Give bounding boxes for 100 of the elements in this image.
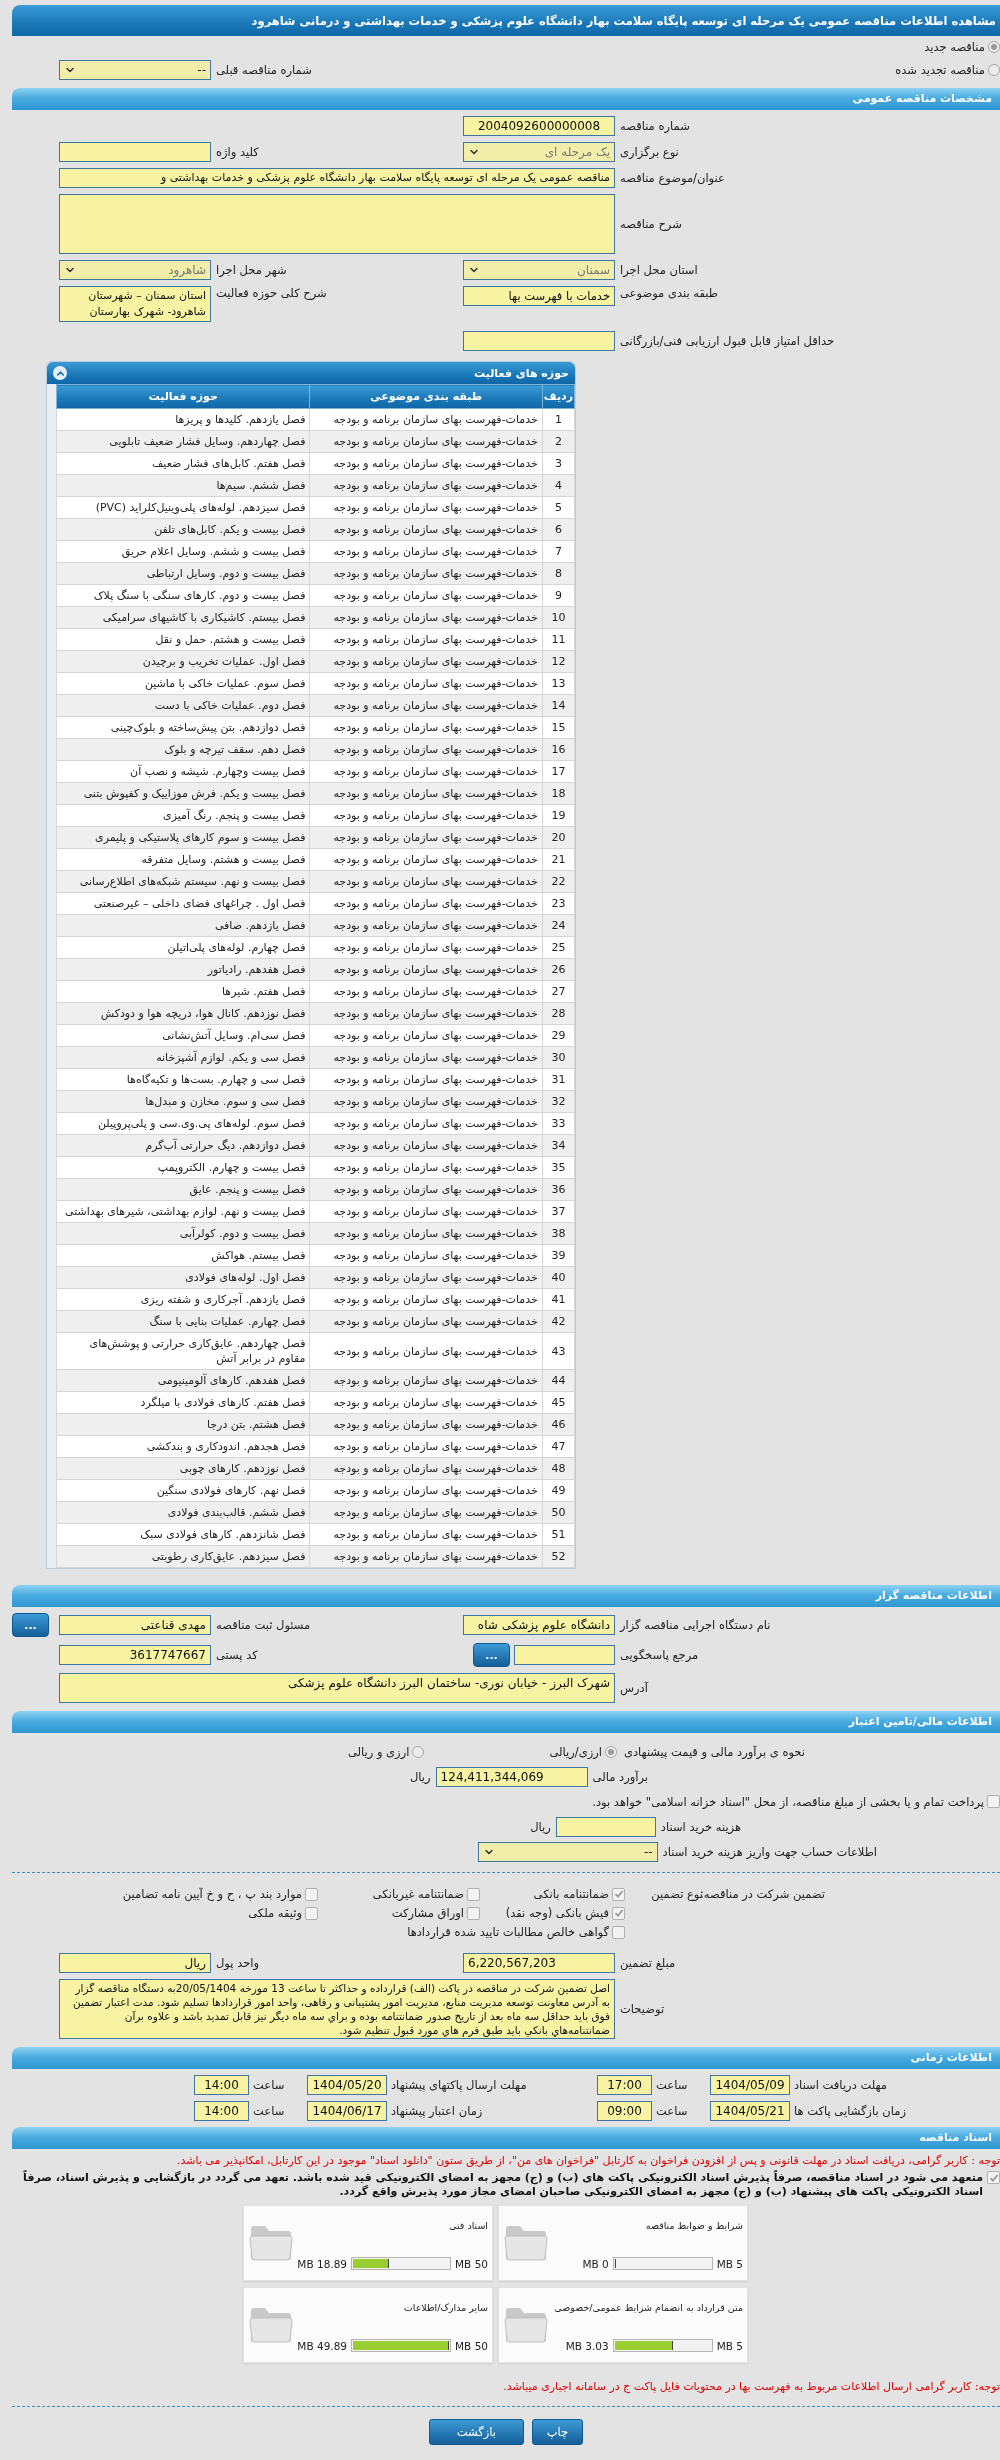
field-label: شرح مناقصه — [619, 217, 683, 231]
field-label: مهلت ارسال پاکتهای پیشنهاد — [390, 2078, 528, 2092]
table-cell: خدمات-فهرست بهای سازمان برنامه و بودجه — [309, 1156, 543, 1179]
field-label: مسئول ثبت مناقصه — [215, 1618, 312, 1632]
table-cell: فصل بیست و نهم. سیستم شبکه‌های اطلاع‌رسانی — [56, 870, 310, 893]
table-cell: خدمات-فهرست بهای سازمان برنامه و بودجه — [309, 1457, 543, 1480]
input-field[interactable]: 6,220,567,203 — [463, 1953, 615, 1973]
table-cell: فصل بیست و دوم. وسایل ارتباطی — [56, 562, 310, 585]
text-area[interactable]: استان سمنان – شهرستان شاهرود- شهرک بهارستان — [59, 286, 211, 322]
checkbox[interactable] — [467, 1906, 480, 1920]
more-button[interactable]: ... — [12, 1613, 49, 1637]
collapse-icon[interactable] — [53, 366, 67, 380]
checkbox[interactable] — [612, 1925, 625, 1939]
checkbox[interactable] — [987, 1795, 1000, 1808]
date-field[interactable]: 1404/05/20 — [307, 2075, 387, 2095]
table-cell: خدمات-فهرست بهای سازمان برنامه و بودجه — [309, 936, 543, 959]
checkbox-label: اوراق مشارکت — [391, 1906, 464, 1920]
field-label: هزینه خرید اسناد — [660, 1819, 741, 1834]
table-cell: 51 — [542, 1523, 575, 1546]
input-field[interactable]: 124,411,344,069 — [435, 1766, 588, 1787]
date-field[interactable]: 1404/05/09 — [710, 2075, 790, 2095]
dropdown[interactable]: یک مرحله ای — [463, 142, 615, 162]
field-label: ساعت — [655, 2104, 689, 2118]
checkbox[interactable] — [305, 1906, 318, 1920]
table-cell: 18 — [542, 782, 575, 805]
table-cell: 40 — [542, 1266, 575, 1289]
radio-button[interactable] — [988, 64, 1000, 76]
input-field[interactable] — [555, 1816, 656, 1837]
text-area[interactable] — [59, 194, 615, 254]
table-cell: فصل دوازدهم. دیگ حرارتی آب‌گرم — [56, 1134, 310, 1157]
date-field[interactable]: 1404/05/21 — [710, 2101, 790, 2121]
more-button[interactable]: ... — [473, 1643, 510, 1667]
table-cell: 27 — [542, 980, 575, 1003]
text-area[interactable]: اصل تضمین شرکت در مناقصه در پاکت (الف) قرارداده و حداکثر تا ساعت 13 مورخه 20/05/1404به دستگاه مناقصه گزار به آدرس معاونت توسعه مدیریت منابع، مدیریت امور پشتیبانی و رفاهی، واحد امور قراردادها تسلیم شود. مدت اعتبار تضمین فوق باید حداقل سه ماه بعد از تاریخ صدور ضمانتنامه بوده و براي سه ماه ديگر نيز قابل تمدید باشد و علاوه برآن ضمانتنامه‌هاي بانکي بايد طبق فرم هاي مورد قبول تنظيم شود. — [59, 1979, 615, 2039]
table-cell: خدمات-فهرست بهای سازمان برنامه و بودجه — [309, 650, 543, 673]
table-cell: خدمات-فهرست بهای سازمان برنامه و بودجه — [309, 430, 543, 453]
input-field[interactable]: دانشگاه علوم پزشکی شاه — [463, 1615, 615, 1635]
time-field[interactable]: 17:00 — [597, 2075, 652, 2095]
dropdown[interactable]: سمنان — [463, 260, 615, 280]
radio-button[interactable] — [604, 1745, 617, 1758]
radio-label: ارزی و ریالی — [347, 1744, 410, 1759]
input-field[interactable]: ریال — [59, 1953, 211, 1973]
text-area[interactable]: شهرک البرز - خیابان نوری- ساختمان البرز دانشگاه علوم پزشکی — [59, 1673, 615, 1703]
input-field[interactable] — [514, 1645, 615, 1665]
table-cell: خدمات-فهرست بهای سازمان برنامه و بودجه — [309, 1134, 543, 1157]
table-cell: 11 — [542, 628, 575, 651]
table-cell: خدمات-فهرست بهای سازمان برنامه و بودجه — [309, 408, 543, 431]
input-field[interactable]: مهدی قناعتی — [59, 1615, 211, 1635]
field-label: عنوان/موضوع مناقصه — [619, 171, 726, 185]
field-label: شماره مناقصه قبلی — [215, 63, 313, 77]
table-cell: خدمات-فهرست بهای سازمان برنامه و بودجه — [309, 1332, 543, 1370]
table-cell: 35 — [542, 1156, 575, 1179]
field-label: نام دستگاه اجرایی مناقصه گزار — [618, 1618, 772, 1632]
table-cell: 39 — [542, 1244, 575, 1267]
dropdown[interactable]: -- — [59, 60, 211, 80]
time-field[interactable]: 14:00 — [194, 2075, 249, 2095]
table-cell: خدمات-فهرست بهای سازمان برنامه و بودجه — [309, 474, 543, 497]
input-field[interactable]: 3617747667 — [59, 1645, 211, 1665]
table-cell: خدمات-فهرست بهای سازمان برنامه و بودجه — [309, 716, 543, 739]
table-cell: خدمات-فهرست بهای سازمان برنامه و بودجه — [309, 1288, 543, 1311]
table-cell: فصل بیست و دوم. کارهای سنگی با سنگ پلاک — [56, 584, 310, 607]
action-button[interactable]: چاپ — [531, 2419, 584, 2445]
input-field[interactable]: 2004092600000008 — [463, 116, 615, 136]
table-cell: فصل چهارم. لوله‌های پلی‌اتیلن — [56, 936, 310, 959]
dropdown[interactable]: شاهرود — [59, 260, 211, 280]
checkbox[interactable] — [305, 1887, 318, 1901]
time-field[interactable]: 09:00 — [597, 2101, 652, 2121]
radio-label: مناقصه تجدید شده — [895, 63, 985, 77]
checkbox[interactable] — [467, 1887, 480, 1901]
radio-button[interactable] — [988, 41, 1000, 53]
radio-label: ارزی/ریالی — [549, 1744, 602, 1759]
table-cell: خدمات-فهرست بهای سازمان برنامه و بودجه — [309, 1024, 543, 1047]
checkbox[interactable] — [612, 1906, 625, 1920]
date-field[interactable]: 1404/06/17 — [307, 2101, 387, 2121]
table-cell: فصل بیست و دوم. کولرآبی — [56, 1222, 310, 1245]
used-size: 49.89 MB — [297, 2339, 347, 2352]
table-cell: خدمات-فهرست بهای سازمان برنامه و بودجه — [309, 848, 543, 871]
table-cell: 38 — [542, 1222, 575, 1245]
field-label: واحد پول — [215, 1956, 261, 1970]
radio-button[interactable] — [412, 1745, 425, 1758]
table-cell: 29 — [542, 1024, 575, 1047]
action-button[interactable]: بازگشت — [428, 2419, 524, 2445]
table-cell: خدمات-فهرست بهای سازمان برنامه و بودجه — [309, 1523, 543, 1546]
table-cell: خدمات-فهرست بهای سازمان برنامه و بودجه — [309, 1244, 543, 1267]
field-label: توضیحات — [619, 2002, 666, 2016]
table-cell: فصل ششم. سیم‌ها — [56, 474, 310, 497]
dropdown[interactable]: -- — [477, 1841, 658, 1862]
table-cell: فصل بیست و نهم. لوازم بهداشتی، شیرهای بهداشتی — [56, 1200, 310, 1223]
table-cell: 13 — [542, 672, 575, 695]
table-cell: خدمات-فهرست بهای سازمان برنامه و بودجه — [309, 1545, 543, 1568]
input-field[interactable]: خدمات با فهرست بها — [463, 286, 615, 306]
table-cell: 43 — [542, 1332, 575, 1370]
checkbox[interactable] — [987, 2171, 1000, 2184]
time-field[interactable]: 14:00 — [194, 2101, 249, 2121]
table-cell: 3 — [542, 452, 575, 475]
checkbox[interactable] — [612, 1887, 625, 1901]
table-cell: فصل هشتم. بتن درجا — [56, 1413, 310, 1436]
input-field[interactable] — [463, 331, 615, 351]
input-field[interactable]: مناقصه عمومی یک مرحله ای توسعه پایگاه سلامت بهار دانشگاه علوم پزشکی و خدمات بهداشتی و — [59, 168, 615, 188]
input-field[interactable] — [59, 142, 211, 162]
